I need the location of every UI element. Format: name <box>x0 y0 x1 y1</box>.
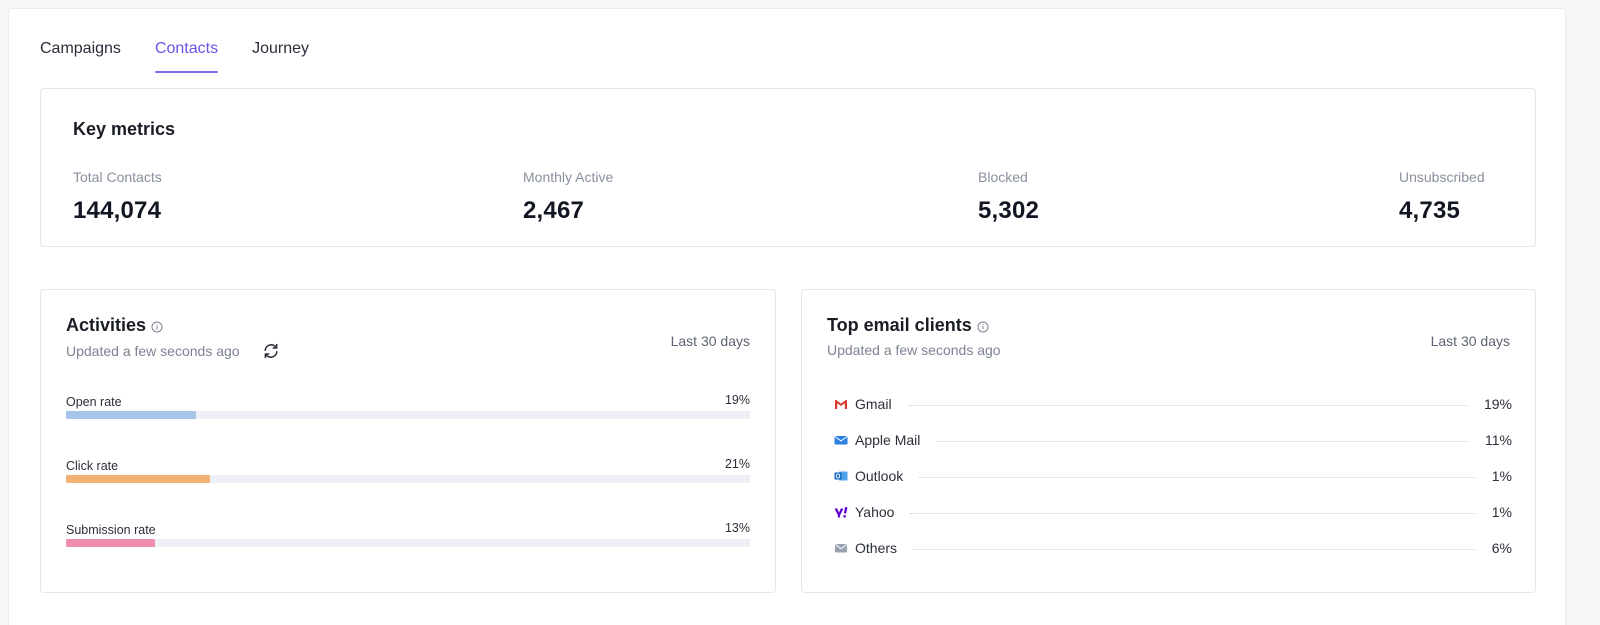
client-name: Others <box>855 540 898 556</box>
dotted-leader <box>919 476 1476 478</box>
metric-value: 144,074 <box>73 197 162 224</box>
email-clients-range[interactable]: Last 30 days <box>1431 333 1510 349</box>
rate-click: Click rate 21% <box>66 457 750 483</box>
rate-value: 13% <box>724 521 750 535</box>
activities-range[interactable]: Last 30 days <box>671 333 750 349</box>
apple-mail-icon <box>833 432 849 448</box>
rate-label: Submission rate <box>66 523 156 537</box>
rate-value: 19% <box>724 393 750 407</box>
client-value: 19% <box>1483 396 1512 412</box>
activities-card: Activities Updated a few seconds ago Las… <box>40 289 776 593</box>
activities-subtitle: Updated a few seconds ago <box>66 343 240 359</box>
client-value: 1% <box>1491 504 1512 520</box>
client-row-gmail: Gmail 19% <box>833 394 1512 414</box>
rate-open: Open rate 19% <box>66 393 750 419</box>
dotted-leader <box>907 404 1468 406</box>
metric-value: 4,735 <box>1399 197 1461 224</box>
tab-campaigns[interactable]: Campaigns <box>40 37 121 81</box>
email-clients-subtitle: Updated a few seconds ago <box>827 342 1001 358</box>
dotted-leader <box>936 440 1470 442</box>
rate-value: 21% <box>724 457 750 471</box>
client-name: Gmail <box>855 396 892 412</box>
key-metrics-title: Key metrics <box>73 119 176 139</box>
gmail-icon <box>833 396 849 412</box>
rate-submission: Submission rate 13% <box>66 521 750 547</box>
client-row-others: Others 6% <box>833 538 1512 558</box>
rate-fill <box>66 411 196 419</box>
client-row-outlook: Outlook 1% <box>833 466 1512 486</box>
tab-bar: Campaigns Contacts Journey <box>40 37 343 81</box>
key-metrics-card: Key metrics Total Contacts 144,074 Month… <box>40 88 1536 247</box>
refresh-icon[interactable] <box>262 342 280 360</box>
rate-track <box>66 539 750 547</box>
metric-label: Monthly Active <box>523 169 614 185</box>
metric-label: Unsubscribed <box>1399 169 1485 185</box>
client-value: 6% <box>1491 540 1512 556</box>
activities-title: Activities <box>66 315 147 335</box>
metric-label: Blocked <box>978 169 1028 185</box>
client-name: Yahoo <box>855 504 895 520</box>
activities-header: Activities <box>66 315 163 336</box>
info-icon[interactable] <box>977 320 989 333</box>
others-mail-icon <box>833 540 849 556</box>
dotted-leader <box>913 548 1476 550</box>
rate-track <box>66 411 750 419</box>
rate-fill <box>66 475 210 483</box>
metric-monthly-active: Monthly Active 2,467 <box>523 169 613 225</box>
metric-unsubscribed: Unsubscribed 4,735 <box>1399 169 1485 225</box>
client-name: Apple Mail <box>855 432 921 448</box>
email-clients-updated: Updated a few seconds ago <box>827 342 1001 358</box>
rate-track <box>66 475 750 483</box>
info-icon[interactable] <box>151 320 163 333</box>
outlook-icon <box>833 468 849 484</box>
email-clients-header: Top email clients <box>827 315 989 336</box>
client-value: 11% <box>1485 432 1512 448</box>
metric-label: Total Contacts <box>73 169 162 185</box>
dotted-leader <box>910 512 1476 514</box>
rate-label: Open rate <box>66 395 122 409</box>
activities-updated: Updated a few seconds ago <box>66 342 280 360</box>
client-value: 1% <box>1491 468 1512 484</box>
client-name: Outlook <box>855 468 904 484</box>
metric-value: 5,302 <box>978 197 1040 224</box>
metric-blocked: Blocked 5,302 <box>978 169 1039 225</box>
email-clients-title: Top email clients <box>827 315 972 335</box>
tab-journey[interactable]: Journey <box>252 37 309 81</box>
dashboard-frame: Campaigns Contacts Journey Key metrics T… <box>8 8 1566 625</box>
yahoo-icon <box>833 504 849 520</box>
rate-fill <box>66 539 155 547</box>
email-clients-card: Top email clients Updated a few seconds … <box>801 289 1536 593</box>
rate-label: Click rate <box>66 459 119 473</box>
client-row-apple-mail: Apple Mail 11% <box>833 430 1512 450</box>
client-row-yahoo: Yahoo 1% <box>833 502 1512 522</box>
metric-value: 2,467 <box>523 197 585 224</box>
tab-contacts[interactable]: Contacts <box>154 37 219 81</box>
metric-total-contacts: Total Contacts 144,074 <box>73 169 162 225</box>
